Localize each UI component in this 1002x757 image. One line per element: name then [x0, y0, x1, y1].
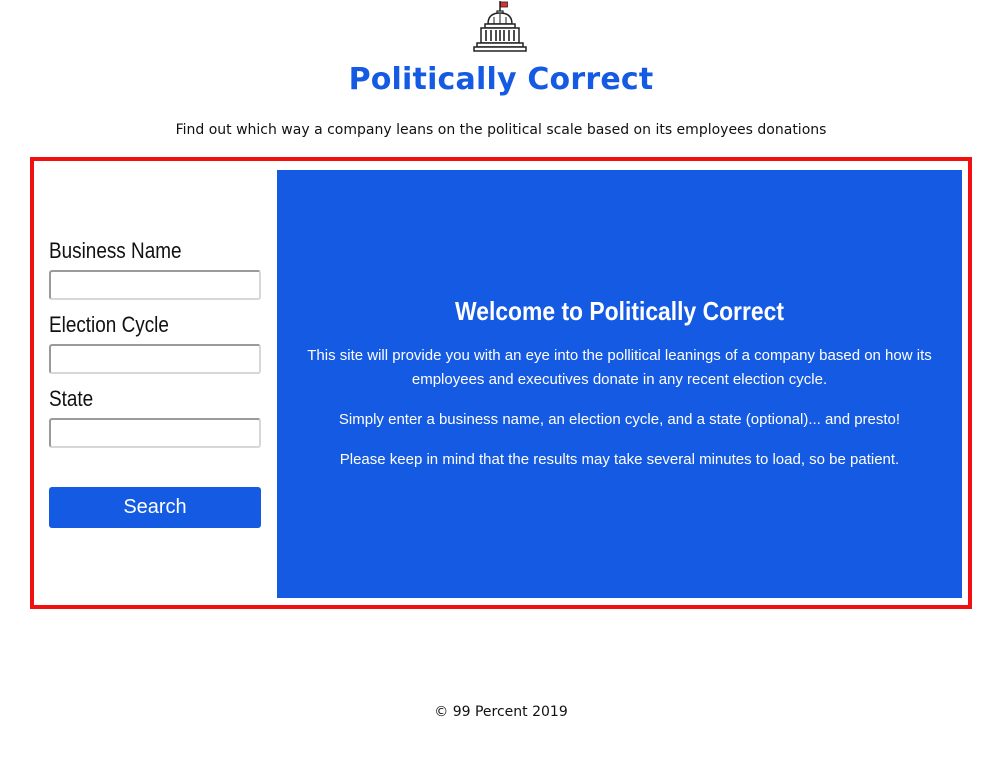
site-title: Politically Correct [348, 62, 654, 97]
election-cycle-label: Election Cycle [49, 312, 169, 337]
business-name-input[interactable] [49, 270, 261, 300]
welcome-panel: Welcome to Politically Correct This site… [277, 170, 962, 598]
welcome-instructions: Simply enter a business name, an electio… [338, 411, 901, 428]
site-tagline: Find out which way a company leans on th… [175, 122, 827, 138]
search-form: Business Name Election Cycle State Searc… [49, 237, 261, 528]
search-section: Business Name Election Cycle State Searc… [30, 157, 972, 609]
state-label: State [49, 386, 94, 411]
business-name-label: Business Name [49, 238, 182, 263]
welcome-patience-note: Please keep in mind that the results may… [339, 451, 900, 468]
state-input[interactable] [49, 418, 261, 448]
search-button[interactable]: Search [49, 487, 261, 528]
footer-copyright: © 99 Percent 2019 [434, 704, 568, 720]
welcome-title: Welcome to Politically Correct [455, 296, 784, 326]
capitol-building-icon [473, 0, 527, 52]
election-cycle-input[interactable] [49, 344, 261, 374]
welcome-description: This site will provide you with an eye i… [307, 347, 932, 388]
